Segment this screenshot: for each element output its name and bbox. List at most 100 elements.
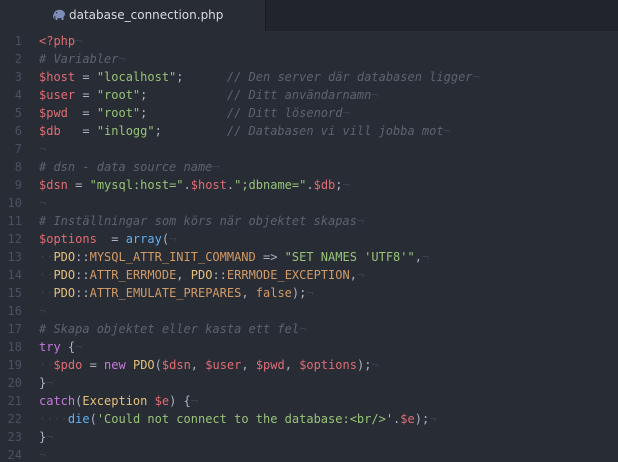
eol-marker: ¬ — [299, 322, 307, 336]
eol-marker: ¬ — [39, 448, 47, 462]
code-token: 'Could not connect to the database:<br/>… — [96, 412, 394, 426]
code-token: :: — [75, 268, 90, 282]
code-token: "SET NAMES 'UTF8'" — [284, 250, 415, 264]
code-token: PDO — [190, 268, 213, 282]
code-text: $host = "localhost"; // Den server där d… — [39, 68, 480, 86]
eol-marker: ¬ — [342, 106, 350, 120]
eol-marker: ¬ — [371, 88, 379, 102]
code-token: ERRMODE_EXCEPTION — [226, 268, 350, 282]
code-text: try {¬ — [39, 338, 82, 356]
line-number: 14 — [7, 268, 22, 282]
line-number: 10 — [7, 196, 22, 210]
code-line: 5 $pwd = "root"; // Ditt lösenord¬ — [0, 104, 618, 122]
tab-title: database_connection.php — [69, 8, 224, 22]
code-token: , — [284, 358, 300, 372]
code-token: $dsn — [161, 358, 191, 372]
line-number: 22 — [7, 412, 22, 426]
line-number: 6 — [14, 124, 22, 138]
code-line: 14 ··PDO::ATTR_ERRMODE, PDO::ERRMODE_EXCE… — [0, 266, 618, 284]
code-text: # dsn - data source name¬ — [39, 158, 220, 176]
code-token: MYSQL_ATTR_INIT_COMMAND — [89, 250, 256, 264]
code-line: 22 ····die('Could not connect to the data… — [0, 410, 618, 428]
eol-marker: ¬ — [443, 124, 451, 138]
code-text: ··$pdo = new PDO($dsn, $user, $pwd, $opt… — [39, 356, 379, 374]
code-token: = — [67, 178, 90, 192]
line-number: 24 — [7, 448, 22, 462]
eol-marker: ¬ — [169, 232, 177, 246]
code-line: 11 # Inställningar som körs när objektet … — [0, 212, 618, 230]
code-token: // Ditt lösenord — [226, 106, 343, 120]
code-token: new — [104, 358, 126, 372]
code-token: . — [306, 178, 314, 192]
code-line: 7 ¬ — [0, 140, 618, 158]
code-line: 9 $dsn = "mysql:host=".$host.";dbname=".$… — [0, 176, 618, 194]
code-line: 16 ¬ — [0, 302, 618, 320]
code-text: ¬ — [39, 194, 46, 212]
code-token: $pdo — [53, 358, 83, 372]
code-token: = — [82, 358, 105, 372]
code-token: , — [349, 268, 357, 282]
code-text: <?php¬ — [39, 32, 82, 50]
code-token: ; — [176, 70, 227, 84]
code-line: 15 ··PDO::ATTR_EMULATE_PREPARES, false);¬ — [0, 284, 618, 302]
code-line: 18 try {¬ — [0, 338, 618, 356]
code-token: = — [75, 70, 97, 84]
line-number: 4 — [14, 88, 22, 102]
code-token: , — [414, 250, 422, 264]
code-text: ¬ — [39, 446, 46, 462]
code-text: ¬ — [39, 140, 46, 158]
code-token: PDO — [53, 250, 76, 264]
code-line: 8 # dsn - data source name¬ — [0, 158, 618, 176]
code-token: , — [241, 358, 256, 372]
code-token: $pwd — [39, 106, 68, 120]
code-token: = — [96, 232, 126, 246]
code-line: 1 <?php¬ — [0, 32, 618, 50]
eol-marker: ¬ — [39, 142, 47, 156]
code-token: # Skapa objektet eller kasta ett fel — [39, 322, 300, 336]
code-text: ··PDO::ATTR_EMULATE_PREPARES, false);¬ — [39, 284, 314, 302]
code-token: $db — [313, 178, 336, 192]
indent-guide: ·· — [39, 286, 54, 300]
line-number: 5 — [14, 106, 22, 120]
code-line: 17 # Skapa objektet eller kasta ett fel¬ — [0, 320, 618, 338]
line-number: 11 — [7, 214, 22, 228]
code-text: catch(Exception $e) {¬ — [39, 392, 198, 410]
php-elephant-icon — [53, 9, 65, 20]
code-line: 10 ¬ — [0, 194, 618, 212]
code-token: = — [67, 106, 97, 120]
code-token: // Databasen vi vill jobba mot — [226, 124, 444, 138]
code-text: ··PDO::ATTR_ERRMODE, PDO::ERRMODE_EXCEPT… — [39, 266, 364, 284]
eol-marker: ¬ — [75, 34, 83, 48]
code-text: ····die('Could not connect to the databa… — [39, 410, 436, 428]
eol-marker: ¬ — [39, 196, 47, 210]
code-token: $e — [400, 412, 415, 426]
code-text: $db = "inlogg"; // Databasen vi vill job… — [39, 122, 451, 140]
code-token: // Ditt användarnamn — [226, 88, 372, 102]
code-token: catch — [39, 394, 76, 408]
code-line: 24 ¬ — [0, 446, 618, 462]
code-token: ; — [140, 106, 227, 120]
code-token: = — [60, 124, 97, 138]
code-token: <?php — [39, 34, 76, 48]
tab-database-connection[interactable]: database_connection.php — [0, 0, 266, 31]
code-token: ( — [161, 232, 170, 246]
indent-guide: ·· — [39, 268, 54, 282]
code-token: PDO — [132, 358, 155, 372]
line-number: 2 — [14, 52, 22, 66]
line-number: 12 — [7, 232, 22, 246]
line-number: 8 — [14, 160, 22, 174]
line-number: 1 — [14, 34, 22, 48]
line-number: 13 — [7, 250, 22, 264]
code-editor[interactable]: 1 <?php¬ 2 # Variabler¬ 3 $host = "localhost"… — [0, 31, 618, 462]
line-number: 21 — [7, 394, 22, 408]
code-token: "root" — [96, 88, 141, 102]
line-number: 16 — [7, 304, 22, 318]
code-token: ";dbname=" — [234, 178, 307, 192]
code-token: , — [176, 268, 191, 282]
code-token: { — [60, 340, 76, 354]
code-token: . — [183, 178, 191, 192]
code-token: false — [255, 286, 292, 300]
code-token: PDO — [53, 268, 76, 282]
code-token: Exception — [82, 394, 148, 408]
